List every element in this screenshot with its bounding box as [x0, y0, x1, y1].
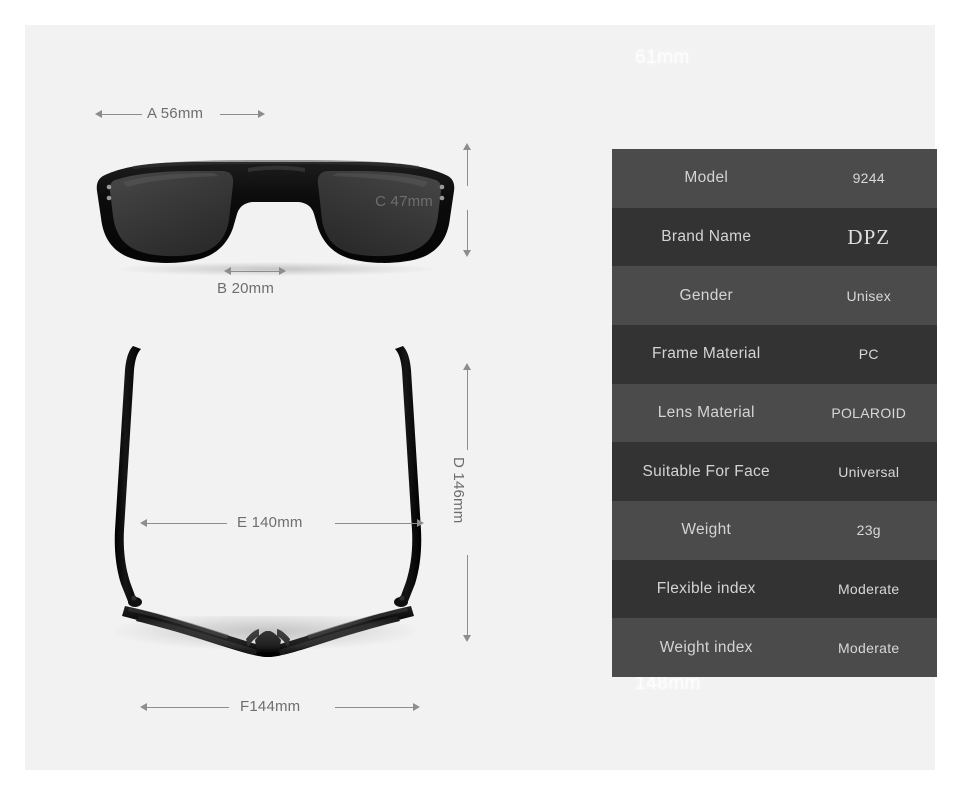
dimension-e-arrow-right-head: [417, 519, 424, 527]
spec-value: 9244: [852, 170, 885, 187]
specification-table: Model 9244 Brand Name DPZ Gender Unisex …: [612, 149, 937, 677]
dimension-e-label: E 140mm: [237, 514, 303, 531]
spec-value: Unisex: [846, 287, 892, 304]
dimension-f-arrow-left-head: [140, 703, 147, 711]
content-canvas: 61mm 148mm A 56mm B 20mm C 47mm D 146mm …: [25, 25, 937, 770]
dimension-a-line-right: [220, 113, 258, 115]
spec-key: Gender: [679, 286, 733, 304]
dimension-c-label: C 47mm: [375, 193, 433, 210]
spec-key: Frame Material: [652, 345, 761, 363]
dimension-d-arrow-top-head: [463, 363, 471, 370]
spec-value: Universal: [838, 463, 900, 480]
spec-value: Moderate: [837, 581, 900, 598]
dimension-d-arrow-bottom-head: [463, 635, 471, 642]
dimension-b-arrow-right-head: [279, 267, 286, 275]
watermark-top: 61mm: [635, 47, 690, 68]
sunglasses-front-view-image: [93, 158, 458, 283]
dimension-a-line-left: [102, 113, 142, 115]
table-row: Gender Unisex: [612, 266, 937, 326]
dimension-f-label: F144mm: [240, 698, 301, 715]
dimension-c-line-bottom: [466, 210, 468, 250]
table-row: Suitable For Face Universal: [612, 442, 937, 502]
table-row: Model 9244: [612, 149, 937, 208]
dimension-a-label: A 56mm: [147, 105, 204, 122]
dimension-c-line-top: [466, 150, 468, 186]
table-row: Weight index Moderate: [612, 618, 937, 677]
spec-value: PC: [858, 346, 879, 363]
spec-value: POLAROID: [831, 405, 907, 422]
dimension-a-arrow-right-head: [258, 110, 265, 118]
dimension-f-arrow-right-head: [413, 703, 420, 711]
spec-key: Lens Material: [657, 404, 755, 422]
sunglasses-top-view-image: [103, 340, 433, 670]
dimension-d-label: D 146mm: [450, 457, 467, 524]
spec-key: Suitable For Face: [642, 462, 770, 480]
dimension-e-line-right: [335, 522, 417, 524]
dimension-f-line-right: [335, 706, 413, 708]
dimension-b-line: [231, 270, 279, 272]
spec-key: Flexible index: [656, 580, 756, 598]
dimension-d-line-top: [466, 370, 468, 450]
dimension-e-arrow-left-head: [140, 519, 147, 527]
dimension-f-line-left: [147, 706, 229, 708]
spec-key: Weight: [681, 521, 732, 539]
table-row: Weight 23g: [612, 501, 937, 560]
dimension-c-arrow-top-head: [463, 143, 471, 150]
dimension-b-label: B 20mm: [217, 280, 275, 297]
table-row: Lens Material POLAROID: [612, 383, 937, 443]
table-row: Flexible index Moderate: [612, 559, 937, 619]
spec-value: 23g: [856, 522, 881, 539]
sunglasses-front-illustration: [96, 160, 455, 263]
spec-key: Weight index: [659, 638, 753, 656]
dimension-a-arrow-left-head: [95, 110, 102, 118]
spec-key: Brand Name: [661, 228, 752, 245]
dimension-c-arrow-bottom-head: [463, 250, 471, 257]
table-row: Brand Name DPZ: [612, 207, 937, 267]
product-spec-page: 61mm 148mm A 56mm B 20mm C 47mm D 146mm …: [0, 0, 960, 799]
spec-value: Moderate: [837, 639, 900, 656]
spec-value-brand: DPZ: [847, 224, 891, 249]
dimension-e-line-left: [147, 522, 227, 524]
spec-key: Model: [684, 169, 729, 187]
dimension-d-line-bottom: [466, 555, 468, 635]
table-row: Frame Material PC: [612, 325, 937, 384]
dimension-b-arrow-left-head: [224, 267, 231, 275]
top-view-shadow: [115, 616, 415, 650]
